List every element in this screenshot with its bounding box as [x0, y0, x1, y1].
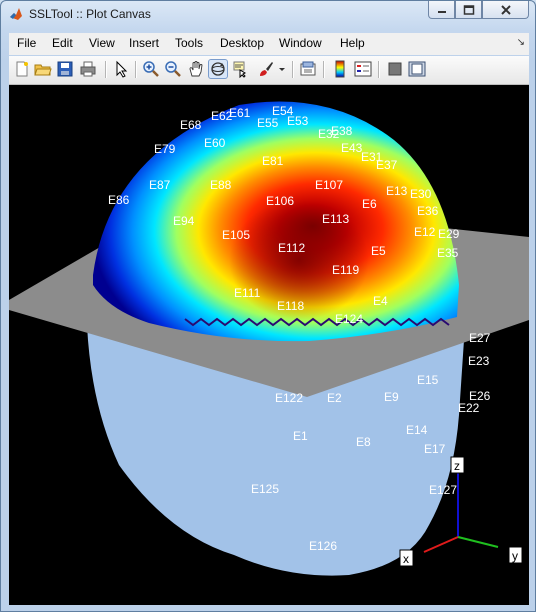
electrode-label: E23 [468, 354, 490, 368]
electrode-label: E43 [341, 141, 363, 155]
electrode-label: E87 [149, 178, 171, 192]
maximize-icon [463, 4, 474, 15]
menu-window[interactable]: Window [279, 36, 322, 50]
show-plot-tools-icon[interactable] [408, 60, 426, 78]
new-figure-icon[interactable] [13, 60, 31, 78]
electrode-label: E1 [293, 429, 308, 443]
window-title: SSLTool :: Plot Canvas [29, 7, 151, 21]
electrode-label: E107 [315, 178, 343, 192]
electrode-label: E119 [332, 263, 359, 277]
menu-edit[interactable]: Edit [52, 36, 73, 50]
electrode-label: E60 [204, 136, 226, 150]
electrode-label: E68 [180, 118, 202, 132]
figure-toolbar [9, 56, 529, 85]
electrode-label: E125 [251, 482, 279, 496]
head-topography-plot[interactable]: E54 E61 E62 E68 E55 E53 E38 E32 E43 E60 … [9, 85, 529, 605]
electrode-label: E127 [429, 483, 457, 497]
electrode-label: E81 [262, 154, 284, 168]
electrode-label: E30 [410, 187, 432, 201]
pointer-icon[interactable] [112, 60, 130, 78]
menu-file[interactable]: File [17, 36, 36, 50]
zoom-in-icon[interactable] [142, 60, 160, 78]
toolbar-separator [135, 61, 136, 78]
electrode-label: E55 [257, 116, 279, 130]
electrode-label: E9 [384, 390, 399, 404]
electrode-label: E22 [458, 401, 480, 415]
menu-bar: File Edit View Insert Tools Desktop Wind… [9, 33, 529, 55]
electrode-label: E126 [309, 539, 337, 553]
electrode-label: E29 [438, 227, 460, 241]
electrode-label: E4 [373, 294, 388, 308]
minimize-button[interactable] [428, 1, 455, 19]
hide-plot-tools-icon[interactable] [386, 60, 404, 78]
electrode-label: E86 [108, 193, 130, 207]
electrode-label: E88 [210, 178, 232, 192]
matlab-figure-window: SSLTool :: Plot Canvas File Edit View In… [0, 0, 536, 612]
electrode-label: E27 [469, 331, 491, 345]
menu-view[interactable]: View [89, 36, 115, 50]
legend-icon[interactable] [354, 60, 372, 78]
electrode-label: E36 [417, 204, 439, 218]
electrode-label: E12 [414, 225, 436, 239]
electrode-label: E122 [275, 391, 303, 405]
colorbar-icon[interactable] [331, 60, 349, 78]
x-axis-line [423, 536, 459, 553]
electrode-label: E105 [222, 228, 250, 242]
electrode-label: E53 [287, 114, 309, 128]
y-axis-line [457, 536, 499, 548]
link-plot-icon[interactable] [299, 60, 317, 78]
electrode-label: E112 [278, 241, 305, 255]
plot-canvas[interactable]: E54 E61 E62 E68 E55 E53 E38 E32 E43 E60 … [9, 85, 529, 605]
electrode-label: E94 [173, 214, 195, 228]
menu-help[interactable]: Help [340, 36, 365, 50]
zoom-out-icon[interactable] [164, 60, 182, 78]
electrode-label: E35 [437, 246, 459, 260]
menu-insert[interactable]: Insert [129, 36, 159, 50]
electrode-label: E32 [318, 127, 340, 141]
electrode-label: E17 [424, 442, 446, 456]
electrode-label: E113 [322, 212, 349, 226]
print-icon[interactable] [79, 60, 97, 78]
electrode-label: E118 [277, 299, 304, 313]
data-cursor-icon[interactable] [232, 60, 250, 78]
toolbar-separator [378, 61, 379, 78]
close-icon [500, 4, 511, 15]
electrode-label: E13 [386, 184, 408, 198]
toolbar-separator [323, 61, 324, 78]
minimize-icon [437, 10, 446, 13]
toolbar-separator [105, 61, 106, 78]
save-icon[interactable] [56, 60, 74, 78]
electrode-label: E106 [266, 194, 294, 208]
z-axis-label: z [454, 459, 460, 473]
brush-icon[interactable] [257, 60, 275, 78]
electrode-label: E37 [376, 158, 398, 172]
x-axis-label: x [403, 552, 409, 566]
electrode-label: E14 [406, 423, 428, 437]
open-file-icon[interactable] [34, 60, 52, 78]
electrode-label: E8 [356, 435, 371, 449]
electrode-label: E79 [154, 142, 176, 156]
matlab-app-icon [10, 8, 22, 20]
toolbar-separator [292, 61, 293, 78]
electrode-label: E6 [362, 197, 377, 211]
menu-tools[interactable]: Tools [175, 36, 203, 50]
electrode-label: E124 [335, 312, 363, 326]
electrode-label: E5 [371, 244, 386, 258]
electrode-label: E15 [417, 373, 439, 387]
electrode-label: E2 [327, 391, 342, 405]
electrode-label: E62 [211, 109, 233, 123]
electrode-label: E111 [234, 286, 261, 300]
pan-hand-icon[interactable] [187, 60, 205, 78]
maximize-button[interactable] [455, 1, 482, 19]
close-button[interactable] [482, 1, 529, 19]
dock-arrow-icon[interactable]: ↘ [517, 37, 525, 48]
rotate-3d-icon[interactable] [208, 59, 228, 79]
title-bar[interactable]: SSLTool :: Plot Canvas [1, 1, 535, 29]
y-axis-label: y [512, 549, 518, 563]
brush-dropdown-icon[interactable] [277, 60, 287, 78]
window-controls [428, 1, 529, 21]
menu-desktop[interactable]: Desktop [220, 36, 264, 50]
